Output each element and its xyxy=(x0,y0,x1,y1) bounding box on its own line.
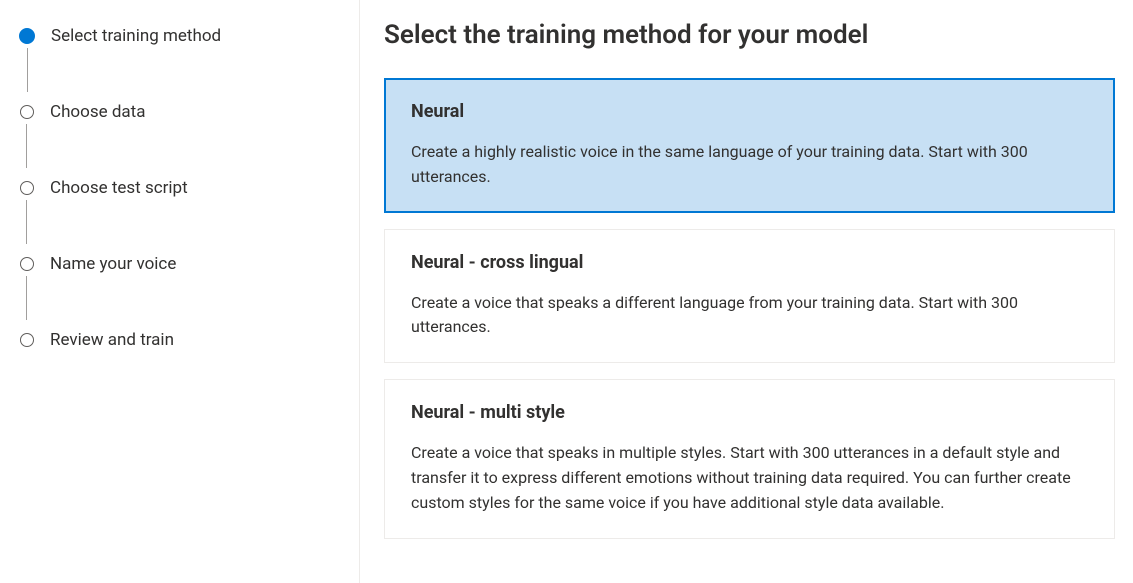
option-desc: Create a highly realistic voice in the s… xyxy=(411,140,1088,190)
step-marker-icon xyxy=(19,28,35,44)
step-connector-icon xyxy=(26,200,27,244)
step-label: Choose data xyxy=(50,102,145,122)
step-marker-icon xyxy=(20,181,34,195)
option-desc: Create a voice that speaks in multiple s… xyxy=(411,441,1088,515)
step-marker-icon xyxy=(20,333,34,347)
option-title: Neural - multi style xyxy=(411,402,1088,423)
step-marker-icon xyxy=(20,257,34,271)
step-connector-icon xyxy=(26,124,27,168)
option-desc: Create a voice that speaks a different l… xyxy=(411,291,1088,341)
option-neural-cross-lingual[interactable]: Neural - cross lingual Create a voice th… xyxy=(384,229,1115,364)
step-choose-test-script[interactable]: Choose test script xyxy=(20,178,359,254)
option-title: Neural xyxy=(411,101,1088,122)
step-choose-data[interactable]: Choose data xyxy=(20,102,359,178)
step-review-and-train[interactable]: Review and train xyxy=(20,330,359,350)
step-connector-icon xyxy=(27,48,28,92)
option-neural-multi-style[interactable]: Neural - multi style Create a voice that… xyxy=(384,379,1115,538)
main-content: Select the training method for your mode… xyxy=(360,0,1133,583)
wizard-steps-sidebar: Select training method Choose data Choos… xyxy=(0,0,360,583)
step-connector-icon xyxy=(26,276,27,320)
page-title: Select the training method for your mode… xyxy=(384,20,1115,50)
step-name-your-voice[interactable]: Name your voice xyxy=(20,254,359,330)
step-label: Name your voice xyxy=(50,254,176,274)
step-label: Choose test script xyxy=(50,178,188,198)
step-label: Select training method xyxy=(51,26,221,46)
step-marker-icon xyxy=(20,105,34,119)
step-select-training-method[interactable]: Select training method xyxy=(20,26,359,102)
option-title: Neural - cross lingual xyxy=(411,252,1088,273)
option-neural[interactable]: Neural Create a highly realistic voice i… xyxy=(384,78,1115,213)
step-label: Review and train xyxy=(50,330,174,350)
